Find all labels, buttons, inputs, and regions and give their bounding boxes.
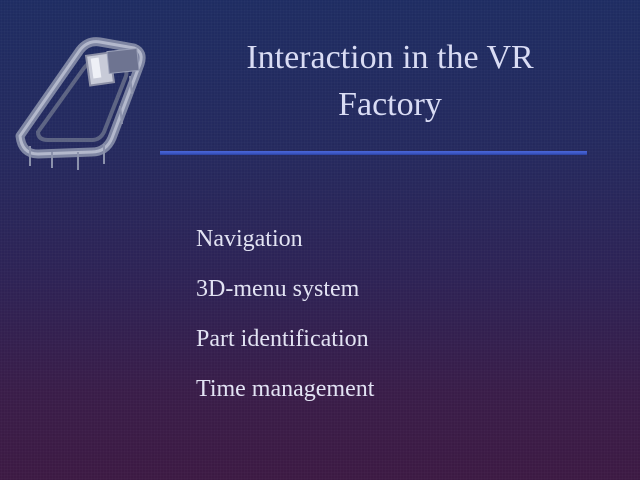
slide-title-line-1: Interaction in the VR: [246, 39, 534, 76]
title-divider: [160, 151, 587, 155]
list-item: Time management: [196, 376, 375, 402]
slide-title-line-2: Factory: [338, 86, 442, 123]
topic-list: Navigation 3D-menu system Part identific…: [196, 222, 374, 422]
list-item: 3D-menu system: [196, 276, 360, 302]
list-item: Part identification: [196, 326, 369, 352]
slide-title: Interaction in the VR Factory: [190, 34, 590, 128]
list-item: Navigation: [196, 226, 303, 252]
conveyor-machine-icon: [15, 37, 146, 170]
